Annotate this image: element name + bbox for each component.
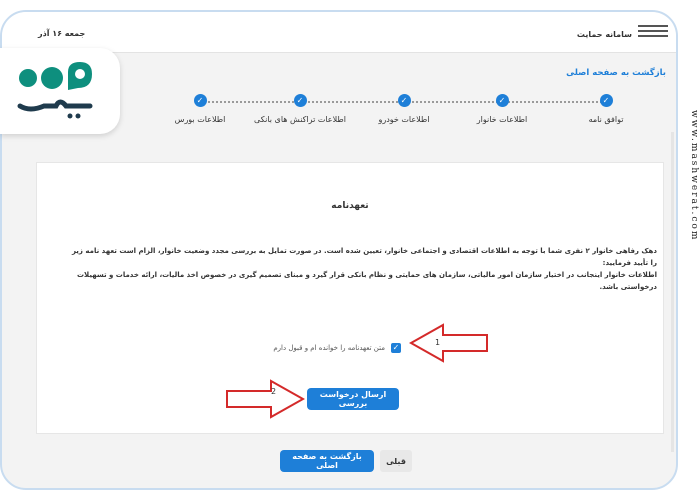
scrollbar[interactable] [671, 132, 674, 452]
step-label: اطلاعات خودرو [378, 115, 430, 124]
previous-button[interactable]: قبلی [380, 450, 412, 472]
step-vehicle[interactable]: ✓ اطلاعات خودرو [354, 94, 454, 124]
top-bar: سامانه حمایت جمعه ۱۶ آذر [2, 12, 676, 53]
annotation-number: 2 [271, 387, 277, 396]
date-label: جمعه ۱۶ آذر [38, 29, 86, 38]
check-icon: ✓ [397, 94, 411, 107]
check-icon: ✓ [193, 94, 207, 107]
agreement-paragraph-2: اطلاعات خانوار اینجانب در اختیار سازمان … [77, 271, 657, 291]
step-label: اطلاعات بورس [174, 115, 226, 124]
step-label: توافق نامه [588, 115, 624, 124]
back-home-button[interactable]: بازگشت به صفحه اصلی [280, 450, 374, 472]
step-household[interactable]: ✓ اطلاعات خانوار [452, 94, 552, 124]
step-bank-transactions[interactable]: ✓ اطلاعات تراکنش های بانکی [250, 94, 350, 124]
arrow-2-icon [226, 379, 305, 419]
check-icon: ✓ [293, 94, 307, 107]
agree-label: متن تعهدنامه را خوانده ام و قبول دارم [273, 344, 385, 352]
footer-actions: بازگشت به صفحه اصلی قبلی [280, 450, 412, 472]
stepper: ✓ توافق نامه ✓ اطلاعات خانوار ✓ اطلاعات … [152, 94, 624, 134]
submit-request-button[interactable]: ارسال درخواست بررسی [307, 388, 399, 410]
check-icon: ✓ [599, 94, 613, 107]
agreement-card: تعهدنامه دهک رفاهی خانوار ۲ نفری شما با … [36, 162, 664, 434]
agreement-paragraph-1: دهک رفاهی خانوار ۲ نفری شما با توجه به ا… [71, 247, 657, 267]
step-label: اطلاعات خانوار [476, 115, 528, 124]
site-watermark: www.mashwerat.com [689, 110, 699, 242]
system-title: سامانه حمایت [576, 30, 632, 39]
logo-icon [17, 62, 93, 119]
back-home-link[interactable]: بازگشت به صفحه اصلی [566, 68, 666, 78]
annotation-number: 1 [435, 338, 441, 347]
emblem-icon [638, 22, 668, 44]
agree-row: ✓ متن تعهدنامه را خوانده ام و قبول دارم [273, 343, 401, 353]
arrow-1-icon [409, 323, 488, 363]
step-agreement[interactable]: ✓ توافق نامه [556, 94, 656, 124]
agreement-title: تعهدنامه [331, 201, 369, 211]
step-stock[interactable]: ✓ اطلاعات بورس [150, 94, 250, 124]
agreement-text: دهک رفاهی خانوار ۲ نفری شما با توجه به ا… [67, 245, 657, 293]
agree-checkbox[interactable]: ✓ [391, 343, 401, 353]
check-icon: ✓ [495, 94, 509, 107]
watermark-logo [0, 48, 120, 134]
step-label: اطلاعات تراکنش های بانکی [254, 115, 346, 124]
